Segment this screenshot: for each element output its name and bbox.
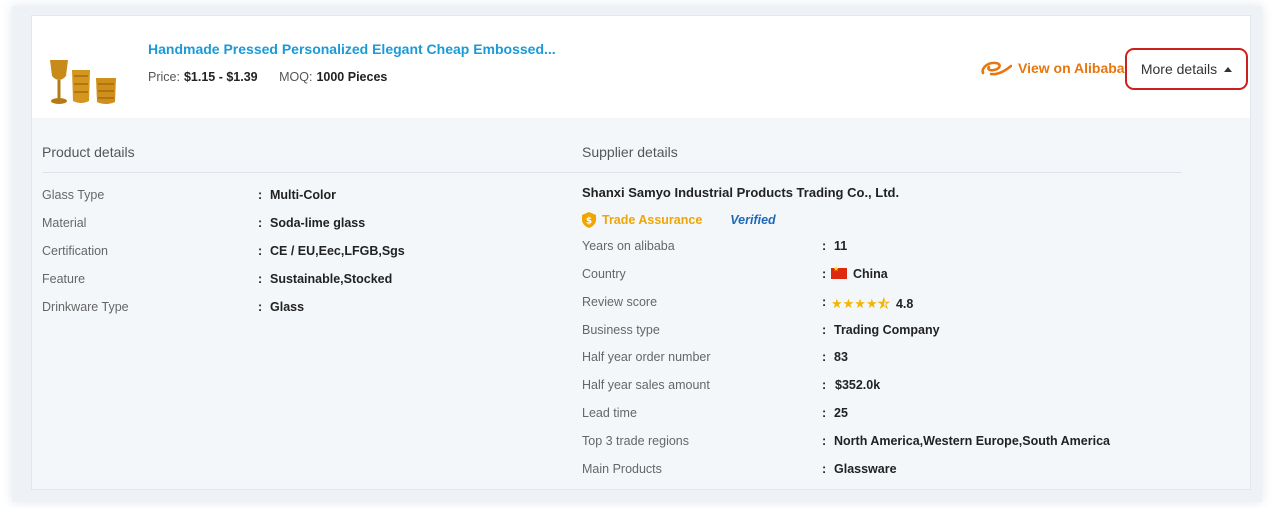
alibaba-logo-icon — [981, 61, 1012, 76]
detail-label: Glass Type — [42, 188, 105, 202]
detail-label: Half year sales amount — [582, 378, 710, 392]
verified-badge: Verified — [730, 213, 775, 227]
svg-text:$: $ — [586, 217, 592, 227]
caret-up-icon — [1224, 66, 1233, 72]
detail-colon: : — [258, 300, 263, 314]
more-details-label: More details — [1140, 61, 1218, 77]
detail-colon: : — [822, 295, 827, 309]
detail-value: China — [831, 265, 888, 281]
detail-label: Half year order number — [582, 350, 711, 364]
section-divider — [42, 172, 1182, 173]
detail-colon: : — [822, 323, 827, 337]
detail-colon: : — [258, 244, 263, 258]
product-header: Handmade Pressed Personalized Elegant Ch… — [32, 16, 1250, 118]
moq-label: MOQ: — [279, 70, 313, 84]
detail-value: 25 — [834, 406, 848, 420]
detail-colon: : — [822, 267, 827, 281]
detail-colon: : — [822, 434, 827, 448]
detail-value: Multi-Color — [270, 188, 336, 202]
shield-icon: $ — [582, 212, 596, 228]
detail-colon: : — [258, 216, 263, 230]
detail-value: Glassware — [834, 462, 897, 476]
product-details-title: Product details — [42, 144, 135, 160]
view-on-alibaba-link[interactable]: View on Alibaba — [980, 56, 1125, 80]
detail-colon: : — [822, 378, 827, 392]
detail-label: Lead time — [582, 406, 637, 420]
detail-value: ★★★★⯪ 4.8 — [831, 295, 913, 317]
detail-value: North America,Western Europe,South Ameri… — [834, 434, 1110, 448]
detail-label: Material — [42, 216, 87, 230]
china-flag-icon — [831, 265, 847, 279]
detail-value: Sustainable,Stocked — [270, 272, 393, 286]
more-details-button[interactable]: More details — [1125, 48, 1248, 90]
detail-colon: : — [258, 272, 263, 286]
detail-value: 83 — [834, 350, 848, 364]
detail-colon: : — [258, 188, 263, 202]
detail-label: Feature — [42, 272, 86, 286]
star-rating-icon: ★★★★⯪ — [831, 296, 890, 311]
country-value: China — [853, 267, 888, 281]
detail-value: 11 — [834, 239, 848, 253]
detail-label: Drinkware Type — [42, 300, 129, 314]
detail-colon: : — [822, 462, 827, 476]
detail-label: Main Products — [582, 462, 662, 476]
detail-label: Top 3 trade regions — [582, 434, 690, 448]
product-thumbnail[interactable] — [46, 56, 122, 108]
verified-label: Verified — [730, 213, 776, 227]
detail-label: Country — [582, 267, 626, 281]
detail-value: $352.0k — [835, 378, 881, 392]
price-value: $1.15 - $1.39 — [183, 70, 258, 84]
review-score-value: 4.8 — [895, 297, 914, 311]
detail-label: Certification — [42, 244, 108, 258]
detail-label: Years on alibaba — [582, 239, 675, 253]
detail-value: CE / EU,Eec,LFGB,Sgs — [270, 244, 405, 258]
supplier-details-title: Supplier details — [582, 144, 678, 160]
detail-value: Trading Company — [834, 323, 940, 337]
detail-colon: : — [822, 406, 827, 420]
moq-value: 1000 Pieces — [316, 70, 388, 84]
detail-colon: : — [822, 350, 827, 364]
price-label: Price: — [148, 70, 180, 84]
price-moq-line: Price: $1.15 - $1.39 MOQ: 1000 Pieces — [148, 70, 387, 84]
view-on-alibaba-label: View on Alibaba — [1018, 60, 1125, 76]
product-title-link[interactable]: Handmade Pressed Personalized Elegant Ch… — [148, 41, 556, 57]
detail-label: Business type — [582, 323, 660, 337]
detail-label: Review score — [582, 295, 658, 309]
detail-value: Soda-lime glass — [270, 216, 366, 230]
trade-assurance-label: Trade Assurance — [602, 213, 703, 227]
detail-value: Glass — [270, 300, 305, 314]
details-panel: Product details Supplier details Glass T… — [32, 118, 1250, 489]
trade-assurance-badge[interactable]: $ Trade Assurance — [582, 212, 702, 228]
product-card: Handmade Pressed Personalized Elegant Ch… — [31, 15, 1251, 490]
detail-colon: : — [822, 239, 827, 253]
supplier-badges: $ Trade Assurance Verified — [582, 211, 776, 229]
supplier-name[interactable]: Shanxi Samyo Industrial Products Trading… — [582, 185, 899, 200]
